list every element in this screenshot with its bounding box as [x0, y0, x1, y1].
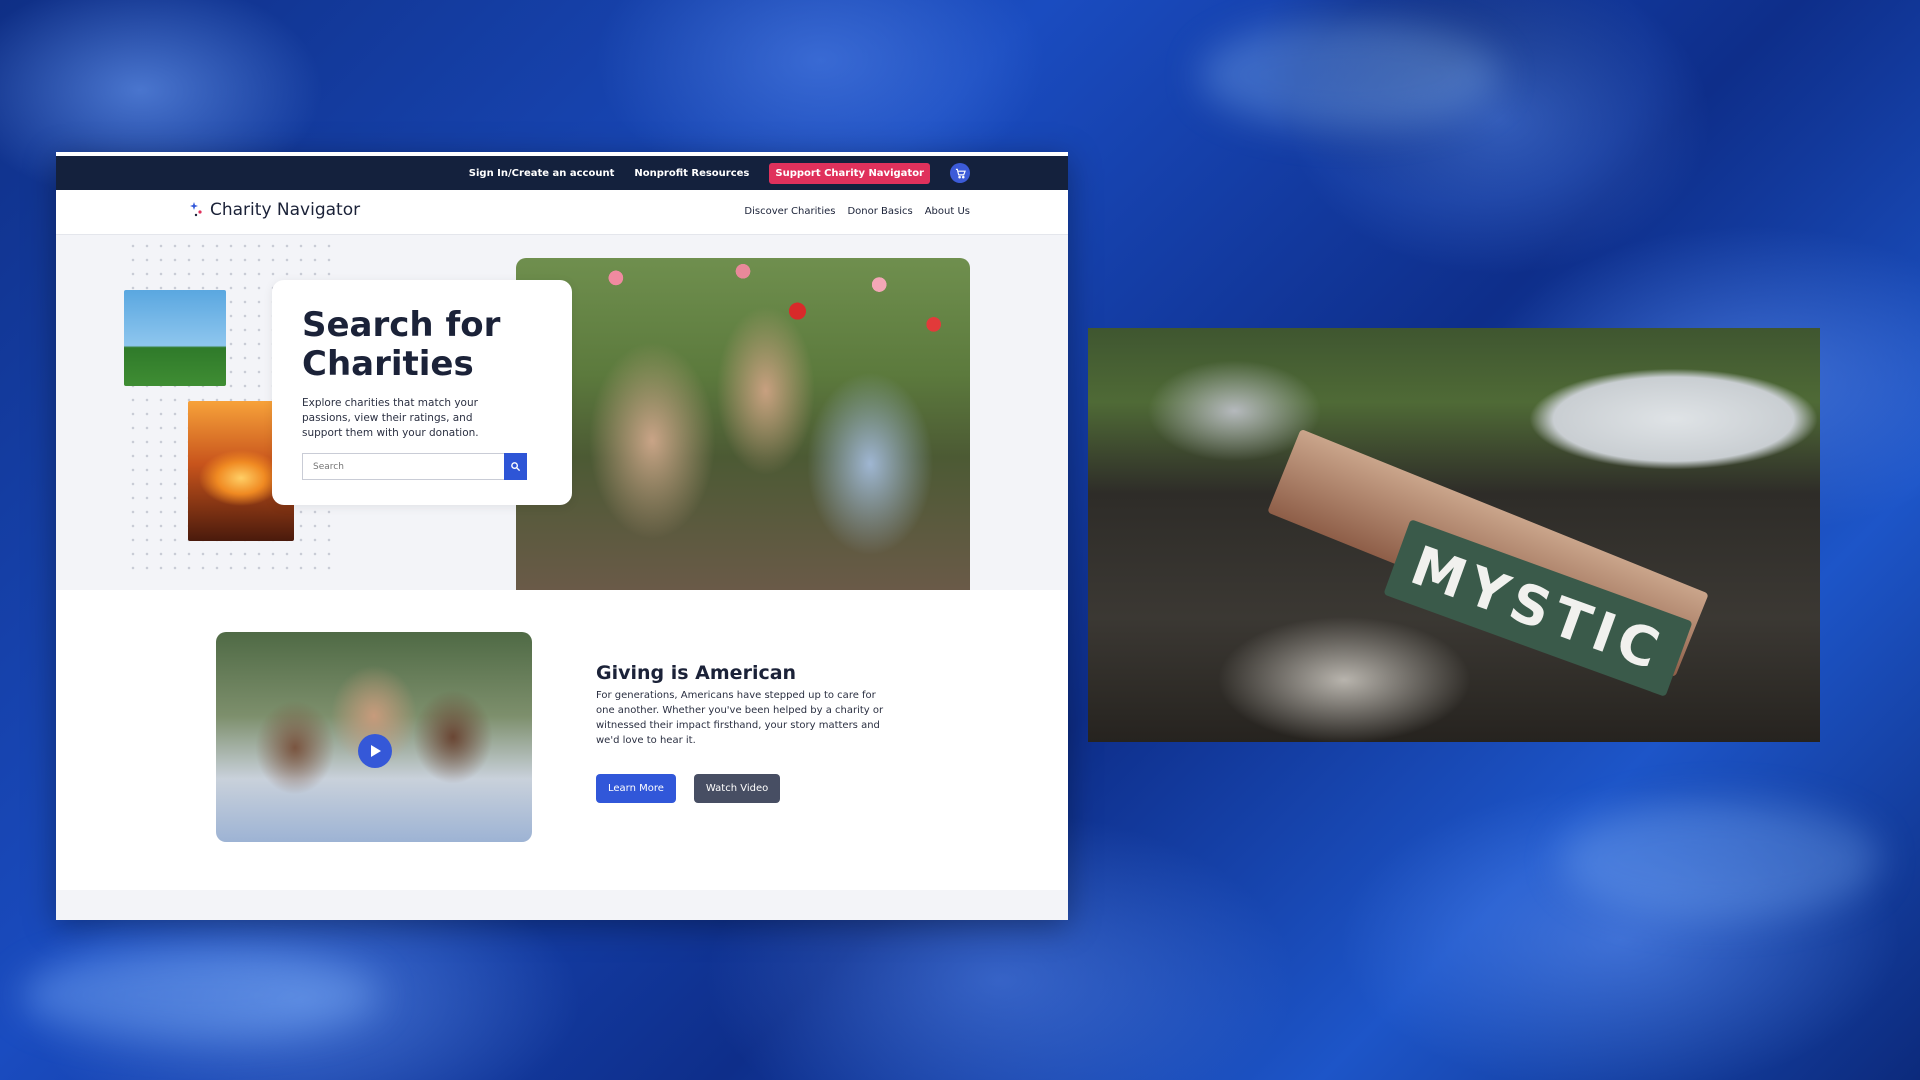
play-button[interactable]: [358, 734, 392, 768]
search-form: [302, 453, 542, 480]
search-button[interactable]: [504, 453, 527, 480]
main-nav: Charity Navigator Discover Charities Don…: [56, 190, 1068, 235]
brand-logo[interactable]: Charity Navigator: [190, 200, 360, 220]
giving-section: Giving is American For generations, Amer…: [56, 590, 1068, 890]
watch-video-button[interactable]: Watch Video: [693, 774, 781, 803]
background-blur: [20, 950, 380, 1040]
cart-icon: [955, 168, 966, 178]
hero-section: Search for Charities Explore charities t…: [56, 235, 1068, 590]
nonprofit-resources-link[interactable]: Nonprofit Resources: [634, 168, 749, 179]
giving-title: Giving is American: [596, 662, 797, 684]
sign-in-link[interactable]: Sign In/Create an account: [469, 168, 615, 179]
storm-damage-photo: MYSTIC: [1088, 328, 1820, 742]
background-blur: [1200, 20, 1500, 130]
support-button[interactable]: Support Charity Navigator: [769, 162, 930, 184]
search-icon: [511, 462, 521, 472]
primary-nav-links: Discover Charities Donor Basics About Us: [744, 206, 970, 217]
friends-in-tulips-image: [516, 258, 970, 590]
nav-about-us[interactable]: About Us: [925, 206, 970, 217]
giving-actions: Learn More Watch Video: [596, 774, 896, 803]
cart-button[interactable]: [950, 163, 970, 183]
play-icon: [371, 745, 381, 757]
hero-title: Search for Charities: [302, 305, 501, 384]
brand-name: Charity Navigator: [210, 200, 361, 220]
background-blur: [1560, 800, 1880, 920]
nav-discover-charities[interactable]: Discover Charities: [744, 206, 835, 217]
search-card: Search for Charities Explore charities t…: [272, 280, 572, 505]
nav-donor-basics[interactable]: Donor Basics: [847, 206, 912, 217]
volunteers-video-thumbnail[interactable]: [216, 632, 532, 842]
learn-more-button[interactable]: Learn More: [596, 774, 676, 803]
wind-farm-image: [124, 290, 226, 386]
utility-bar: Sign In/Create an account Nonprofit Reso…: [56, 156, 1068, 190]
website-screenshot: Sign In/Create an account Nonprofit Reso…: [56, 152, 1068, 920]
hero-description: Explore charities that match your passio…: [302, 397, 479, 439]
giving-body: For generations, Americans have stepped …: [596, 690, 884, 746]
sparkle-logo-icon: [190, 202, 202, 217]
giving-text-block: Giving is American For generations, Amer…: [596, 662, 896, 803]
search-input[interactable]: [302, 453, 504, 480]
